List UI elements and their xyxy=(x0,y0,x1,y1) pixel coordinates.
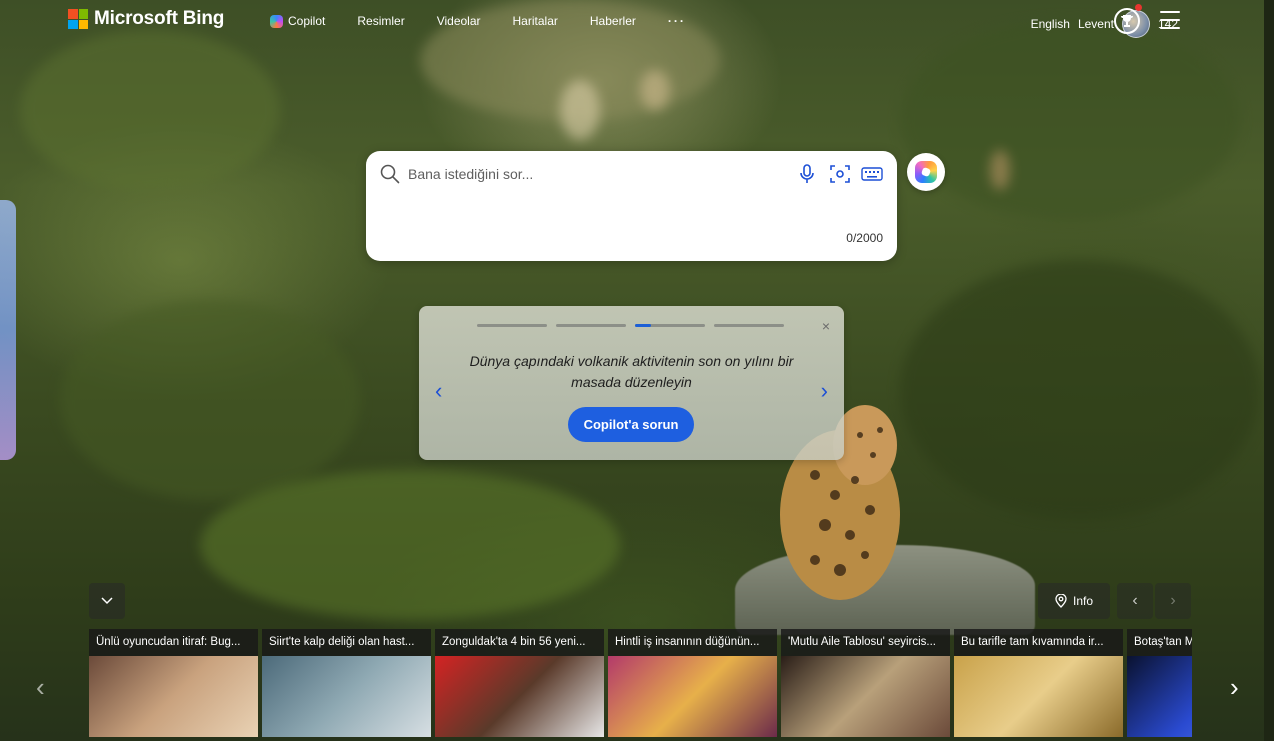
next-image-button[interactable]: › xyxy=(1155,583,1191,619)
header-right: English Levent 142 xyxy=(1031,10,1178,38)
location-pin-icon xyxy=(1055,594,1067,608)
close-icon[interactable]: × xyxy=(822,318,830,334)
news-thumbnail xyxy=(89,656,258,737)
trophy-icon[interactable] xyxy=(1114,8,1140,34)
image-info-button[interactable]: Info xyxy=(1038,583,1110,619)
suggestion-text: Dünya çapındaki volkanik aktivitenin son… xyxy=(469,353,794,390)
progress-step[interactable] xyxy=(714,324,784,327)
nav-copilot[interactable]: Copilot xyxy=(270,14,325,28)
bing-logo[interactable]: Microsoft Bing xyxy=(68,8,224,30)
search-icon xyxy=(380,164,400,184)
notification-dot xyxy=(1135,4,1142,11)
news-thumbnail xyxy=(954,656,1123,737)
logo-text: Microsoft Bing xyxy=(94,8,225,29)
news-title: Siirt'te kalp deliği olan hast... xyxy=(262,629,431,656)
search-input[interactable] xyxy=(408,163,768,185)
news-title: Hintli iş insanının düğünün... xyxy=(608,629,777,656)
news-card[interactable]: Ünlü oyuncudan itiraf: Bug... xyxy=(89,629,258,737)
ask-copilot-button[interactable]: Copilot'a sorun xyxy=(568,407,694,442)
progress-step-active[interactable] xyxy=(635,324,705,327)
hamburger-icon[interactable] xyxy=(1160,11,1180,29)
nav-images[interactable]: Resimler xyxy=(357,14,404,28)
language-link[interactable]: English xyxy=(1031,17,1070,31)
news-thumbnail xyxy=(608,656,777,737)
news-card[interactable]: Zonguldak'ta 4 bin 56 yeni... xyxy=(435,629,604,737)
news-thumbnail xyxy=(435,656,604,737)
news-title: Zonguldak'ta 4 bin 56 yeni... xyxy=(435,629,604,656)
news-strip: Ünlü oyuncudan itiraf: Bug... Siirt'te ka… xyxy=(89,629,1192,737)
news-title: Bu tarifle tam kıvamında ir... xyxy=(954,629,1123,656)
nav-maps[interactable]: Haritalar xyxy=(513,14,558,28)
news-thumbnail xyxy=(781,656,950,737)
news-card[interactable]: Botaş'tan M xyxy=(1127,629,1192,737)
microphone-icon[interactable] xyxy=(795,162,819,186)
chevron-down-icon[interactable] xyxy=(89,583,125,619)
card-progress xyxy=(477,324,784,327)
news-card[interactable]: Hintli iş insanının düğünün... xyxy=(608,629,777,737)
more-icon[interactable]: ··· xyxy=(668,14,686,28)
news-card[interactable]: 'Mutlu Aile Tablosu' seyircis... xyxy=(781,629,950,737)
info-label: Info xyxy=(1072,594,1093,608)
search-box: 0/2000 xyxy=(366,151,897,261)
visual-search-icon[interactable] xyxy=(828,162,852,186)
strip-next-icon[interactable]: › xyxy=(1230,672,1239,703)
chevron-right-icon[interactable]: › xyxy=(821,378,828,404)
progress-step[interactable] xyxy=(556,324,626,327)
nav-news[interactable]: Haberler xyxy=(590,14,636,28)
user-name[interactable]: Levent xyxy=(1078,17,1114,31)
top-header: Microsoft Bing Copilot Resimler Videolar… xyxy=(0,0,1274,44)
news-card[interactable]: Siirt'te kalp deliği olan hast... xyxy=(262,629,431,737)
news-title: Botaş'tan M xyxy=(1127,629,1192,656)
news-title: 'Mutlu Aile Tablosu' seyircis... xyxy=(781,629,950,656)
copilot-button[interactable] xyxy=(907,153,945,191)
copilot-logo-icon xyxy=(915,161,937,183)
previous-image-button[interactable]: ‹ xyxy=(1117,583,1153,619)
nav-videos[interactable]: Videolar xyxy=(437,14,481,28)
keyboard-icon[interactable] xyxy=(860,162,884,186)
nav-copilot-label: Copilot xyxy=(288,14,326,28)
news-thumbnail xyxy=(1127,656,1192,737)
microsoft-logo-icon xyxy=(68,9,88,29)
news-thumbnail xyxy=(262,656,431,737)
news-title: Ünlü oyuncudan itiraf: Bug... xyxy=(89,629,258,656)
strip-prev-icon[interactable]: ‹ xyxy=(36,672,45,703)
chevron-left-icon[interactable]: ‹ xyxy=(435,378,442,404)
news-card[interactable]: Bu tarifle tam kıvamında ir... xyxy=(954,629,1123,737)
progress-step[interactable] xyxy=(477,324,547,327)
copilot-icon xyxy=(270,14,283,28)
char-counter: 0/2000 xyxy=(846,231,883,245)
top-nav: Copilot Resimler Videolar Haritalar Habe… xyxy=(270,14,718,28)
copilot-suggestion-card: × ‹ Dünya çapındaki volkanik aktivitenin… xyxy=(419,306,844,460)
